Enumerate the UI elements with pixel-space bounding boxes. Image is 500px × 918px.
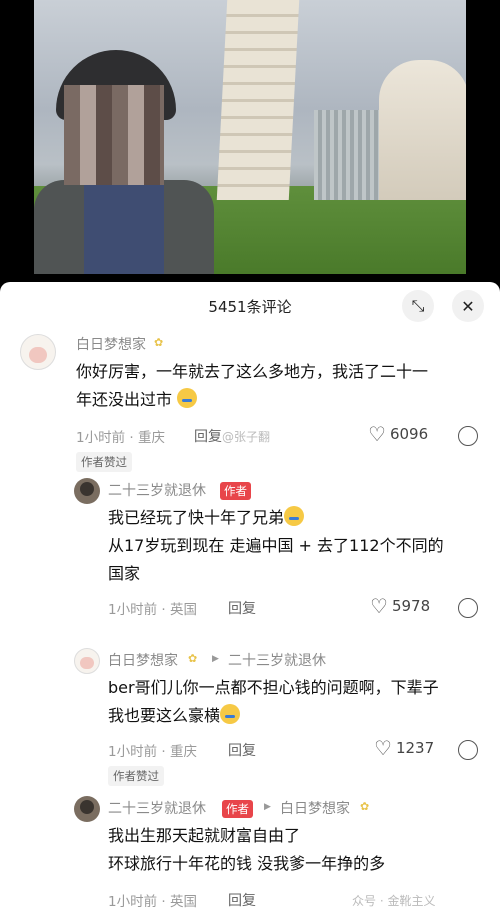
author-tag: 作者 bbox=[220, 482, 251, 500]
reply-text: 我已经玩了快十年了兄弟 从17岁玩到现在 走遍中国 + 去了112个不同的 国家 bbox=[108, 506, 444, 583]
author-liked-badge: 作者赞过 bbox=[76, 452, 132, 472]
reply-username[interactable]: 二十三岁就退休 bbox=[108, 480, 206, 500]
expand-icon: ⤡ bbox=[411, 296, 425, 315]
reply-text: ber哥们儿你一点都不担心钱的问题啊，下辈子 我也要这么豪横 bbox=[108, 678, 439, 725]
comments-sheet: 5451条评论 ⤡ ✕ 白日梦想家 ✿ 你好厉害，一年就去了这么多地方，我活了二… bbox=[0, 282, 500, 918]
reply-item: 二十三岁就退休 作者 ▶ 白日梦想家 ✿ 我出生那天起就财富自由了 环球旅行十年… bbox=[0, 794, 500, 918]
cathedral bbox=[379, 60, 466, 200]
like-button[interactable]: ♡ 5978 bbox=[370, 594, 430, 618]
crying-emoji-icon bbox=[177, 388, 198, 408]
reply-item: 二十三岁就退休 作者 我已经玩了快十年了兄弟 从17岁玩到现在 走遍中国 + 去… bbox=[0, 474, 500, 634]
reply-meta: 1小时前 · 英国 bbox=[108, 602, 197, 618]
reply-to-username[interactable]: 白日梦想家 bbox=[280, 798, 350, 818]
dislike-icon[interactable] bbox=[453, 735, 483, 765]
comment-text: 你好厉害，一年就去了这么多地方，我活了二十一 年还没出过市 bbox=[76, 362, 429, 409]
comment-meta: 1小时前 · 重庆 bbox=[76, 430, 165, 446]
crying-emoji-icon bbox=[220, 704, 241, 724]
reply-arrow-icon: ▶ bbox=[264, 802, 271, 812]
reply-item: 白日梦想家 ✿ ▶ 二十三岁就退休 ber哥们儿你一点都不担心钱的问题啊，下辈子… bbox=[0, 646, 500, 786]
avatar[interactable] bbox=[74, 796, 100, 822]
sunflower-icon: ✿ bbox=[188, 652, 198, 665]
avatar[interactable] bbox=[20, 334, 56, 370]
heart-icon: ♡ bbox=[370, 594, 388, 618]
reply-meta: 1小时前 · 英国 bbox=[108, 894, 197, 910]
reply-arrow-icon: ▶ bbox=[212, 654, 219, 664]
avatar[interactable] bbox=[74, 648, 100, 674]
author-tag: 作者 bbox=[222, 800, 253, 818]
dislike-icon[interactable] bbox=[453, 593, 483, 623]
scaffolding bbox=[314, 110, 384, 200]
heart-icon: ♡ bbox=[368, 422, 386, 446]
author-liked-badge: 作者赞过 bbox=[108, 766, 164, 786]
reply-button[interactable]: 回复 bbox=[228, 890, 256, 910]
heart-icon: ♡ bbox=[374, 736, 392, 760]
sweat-emoji-icon bbox=[284, 506, 305, 526]
watermark: @张子翻 bbox=[222, 430, 271, 444]
comments-header: 5451条评论 ⤡ ✕ bbox=[0, 282, 500, 330]
comment-username[interactable]: 白日梦想家 bbox=[76, 334, 146, 354]
comment-item: 白日梦想家 ✿ 你好厉害，一年就去了这么多地方，我活了二十一 年还没出过市 1小… bbox=[0, 330, 500, 472]
reply-to-username[interactable]: 二十三岁就退休 bbox=[228, 650, 326, 670]
reply-username[interactable]: 白日梦想家 bbox=[108, 650, 178, 670]
video-frame bbox=[34, 0, 466, 274]
reply-button[interactable]: 回复 bbox=[194, 426, 222, 446]
reply-username[interactable]: 二十三岁就退休 bbox=[108, 798, 206, 818]
close-button[interactable]: ✕ bbox=[452, 290, 484, 322]
reply-text: 我出生那天起就财富自由了 环球旅行十年花的钱 没我爹一年挣的多 bbox=[108, 826, 386, 873]
sunflower-icon: ✿ bbox=[360, 800, 370, 813]
like-button[interactable]: ♡ 6096 bbox=[368, 422, 428, 446]
reply-meta: 1小时前 · 重庆 bbox=[108, 744, 197, 760]
reply-button[interactable]: 回复 bbox=[228, 740, 256, 760]
sunflower-icon: ✿ bbox=[154, 336, 164, 349]
dislike-icon[interactable] bbox=[453, 421, 483, 451]
expand-button[interactable]: ⤡ bbox=[402, 290, 434, 322]
watermark: 众号 · 金靴主义 bbox=[352, 894, 436, 908]
avatar[interactable] bbox=[74, 478, 100, 504]
like-button[interactable]: ♡ 1237 bbox=[374, 736, 434, 760]
video-player[interactable] bbox=[0, 0, 500, 282]
reply-button[interactable]: 回复 bbox=[228, 598, 256, 618]
person-blurred bbox=[34, 30, 234, 274]
pixelated-face bbox=[64, 85, 164, 185]
close-icon: ✕ bbox=[461, 296, 475, 316]
